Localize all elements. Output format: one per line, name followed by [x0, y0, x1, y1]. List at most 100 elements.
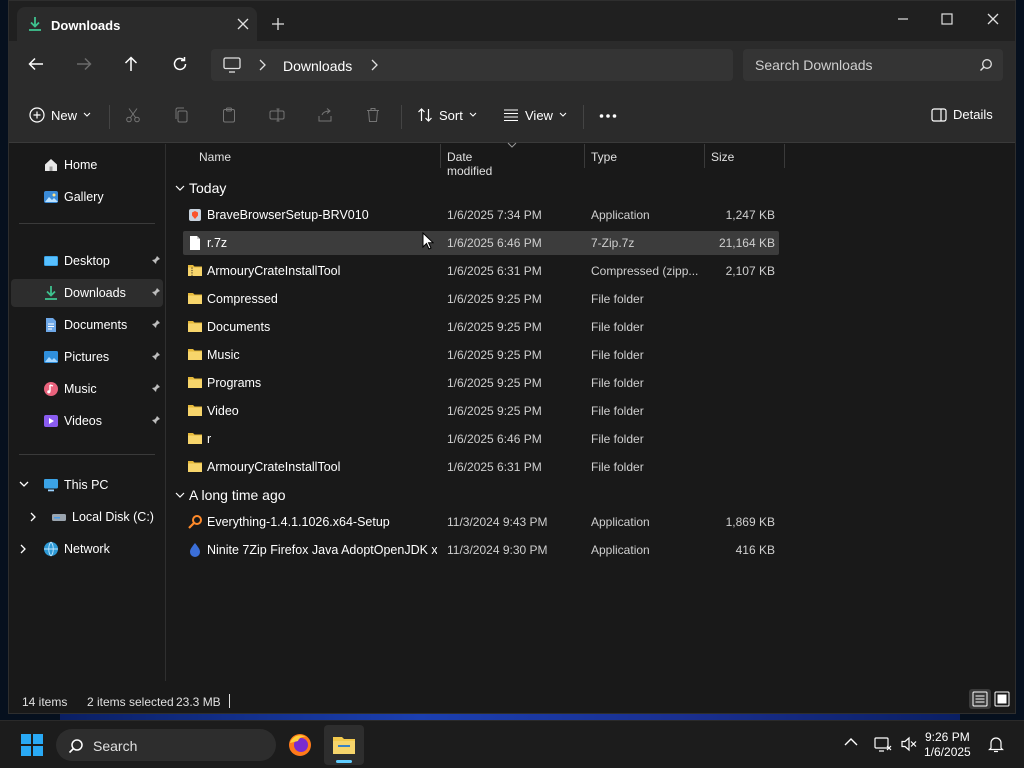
toolbar-divider [583, 105, 584, 129]
taskbar-search-label: Search [93, 738, 138, 754]
sidebar-item-documents[interactable]: Documents [11, 311, 163, 339]
sidebar-item-this-pc[interactable]: This PC [11, 471, 163, 499]
tab-downloads[interactable]: Downloads [17, 7, 257, 41]
column-divider[interactable] [784, 144, 785, 168]
group-header-today[interactable]: Today [175, 176, 226, 200]
file-row[interactable]: Video 1/6/2025 9:25 PM File folder [183, 399, 779, 423]
chevron-up-icon[interactable] [844, 737, 858, 747]
status-bar: 14 items 2 items selected 23.3 MB [9, 681, 1015, 713]
pin-icon[interactable] [151, 415, 161, 425]
file-row[interactable]: ArmouryCrateInstallTool 1/6/2025 6:31 PM F… [183, 455, 779, 479]
drive-icon [51, 509, 67, 525]
file-row[interactable]: Music 1/6/2025 9:25 PM File folder [183, 343, 779, 367]
file-row[interactable]: Everything-1.4.1.1026.x64-Setup 11/3/2024… [183, 510, 779, 534]
tiles-view-button[interactable] [991, 689, 1013, 709]
file-explorer-taskbar-button[interactable] [324, 725, 364, 765]
file-type: File folder [591, 432, 644, 446]
sidebar-divider [19, 223, 155, 224]
address-bar[interactable]: Downloads [211, 49, 733, 81]
sort-arrows-icon [417, 107, 433, 123]
file-row[interactable]: Programs 1/6/2025 9:25 PM File folder [183, 371, 779, 395]
sidebar-item-network[interactable]: Network [11, 535, 163, 563]
file-row[interactable]: Documents 1/6/2025 9:25 PM File folder [183, 315, 779, 339]
search-input[interactable] [743, 49, 963, 81]
sidebar-item-downloads[interactable]: Downloads [11, 279, 163, 307]
sidebar-label-gallery: Gallery [64, 190, 104, 204]
documents-icon [43, 317, 59, 333]
breadcrumb-downloads[interactable]: Downloads [283, 58, 352, 74]
file-row[interactable]: BraveBrowserSetup-BRV010 1/6/2025 7:34 PM… [183, 203, 779, 227]
sidebar-item-home[interactable]: Home [11, 151, 163, 179]
refresh-button[interactable] [171, 55, 191, 75]
firefox-taskbar-button[interactable] [280, 725, 320, 765]
network-status-icon[interactable] [874, 735, 892, 753]
chevron-right-icon[interactable] [369, 59, 379, 71]
notification-bell-icon[interactable] [988, 735, 1004, 753]
close-tab-icon[interactable] [237, 18, 249, 30]
view-button[interactable]: View [503, 107, 567, 123]
folder-icon [187, 459, 203, 473]
file-row[interactable]: Compressed 1/6/2025 9:25 PM File folder [183, 287, 779, 311]
pin-icon[interactable] [151, 319, 161, 329]
zip-folder-icon [187, 263, 203, 277]
tab-title: Downloads [51, 18, 121, 33]
sidebar-item-pictures[interactable]: Pictures [11, 343, 163, 371]
system-clock[interactable]: 9:26 PM 1/6/2025 [924, 730, 971, 760]
group-header-long-ago[interactable]: A long time ago [175, 483, 286, 507]
paste-icon[interactable] [221, 107, 237, 123]
pin-icon[interactable] [151, 255, 161, 265]
chevron-right-icon[interactable] [19, 544, 27, 554]
rename-icon[interactable] [269, 107, 285, 123]
pin-icon[interactable] [151, 287, 161, 297]
new-tab-icon[interactable] [271, 17, 285, 31]
taskbar-search[interactable]: Search [56, 729, 276, 761]
file-type: Application [591, 515, 650, 529]
share-icon[interactable] [317, 107, 333, 123]
file-row[interactable]: r.7z 1/6/2025 6:46 PM 7-Zip.7z 21,164 KB [183, 231, 779, 255]
chevron-down-icon [175, 491, 185, 499]
file-row[interactable]: r 1/6/2025 6:46 PM File folder [183, 427, 779, 451]
file-row[interactable]: ArmouryCrateInstallTool 1/6/2025 6:31 PM C… [183, 259, 779, 283]
sidebar-item-gallery[interactable]: Gallery [11, 183, 163, 211]
pictures-icon [43, 349, 59, 365]
minimize-button[interactable] [889, 9, 917, 29]
column-divider[interactable] [440, 144, 441, 168]
sidebar-item-videos[interactable]: Videos [11, 407, 163, 435]
sidebar-item-music[interactable]: Music [11, 375, 163, 403]
forward-button[interactable] [75, 55, 95, 75]
sort-caret-icon [507, 142, 517, 148]
chevron-down-icon[interactable] [19, 480, 29, 488]
chevron-down-icon [175, 184, 185, 192]
clock-date: 1/6/2025 [924, 745, 971, 759]
file-name: Video [207, 404, 239, 418]
mouse-cursor-icon [422, 232, 434, 250]
column-divider[interactable] [704, 144, 705, 168]
cut-icon[interactable] [125, 107, 141, 123]
chevron-right-icon[interactable] [29, 512, 37, 522]
pin-icon[interactable] [151, 351, 161, 361]
delete-icon[interactable] [365, 107, 381, 123]
search-icon[interactable] [979, 58, 993, 72]
start-button[interactable] [12, 725, 52, 765]
up-button[interactable] [122, 55, 142, 75]
chevron-right-icon[interactable] [257, 59, 267, 71]
sidebar-item-local-disk[interactable]: Local Disk (C:) [11, 503, 163, 531]
copy-icon[interactable] [173, 107, 189, 123]
maximize-button[interactable] [933, 9, 961, 29]
close-button[interactable] [979, 9, 1007, 29]
column-label-name: Name [199, 150, 232, 164]
new-button[interactable]: New [29, 107, 91, 123]
pin-icon[interactable] [151, 383, 161, 393]
details-view-button[interactable] [969, 689, 991, 709]
sort-button[interactable]: Sort [417, 107, 477, 123]
address-row: Downloads [9, 41, 1015, 89]
more-options-icon[interactable] [599, 113, 617, 119]
file-name: Ninite 7Zip Firefox Java AdoptOpenJDK x.… [207, 543, 437, 557]
column-divider[interactable] [584, 144, 585, 168]
volume-muted-icon[interactable] [900, 735, 918, 753]
details-label: Details [953, 107, 993, 122]
sidebar-item-desktop[interactable]: Desktop [11, 247, 163, 275]
file-row[interactable]: Ninite 7Zip Firefox Java AdoptOpenJDK x.… [183, 538, 779, 562]
back-button[interactable] [27, 55, 47, 75]
details-pane-button[interactable]: Details [931, 107, 993, 122]
